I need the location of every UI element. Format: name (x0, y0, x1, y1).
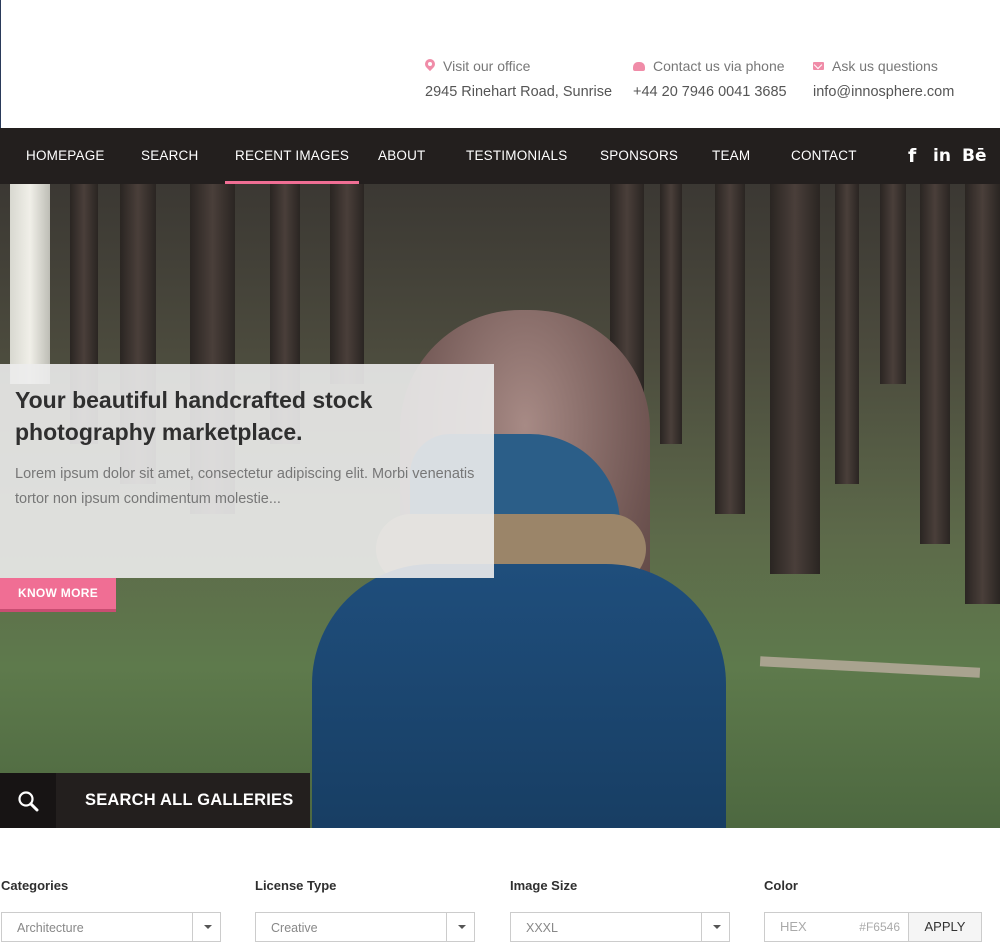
hero-photo-tree (770, 184, 820, 574)
nav-recent-images[interactable]: RECENT IMAGES (224, 128, 360, 184)
hero-photo-log (759, 656, 981, 678)
categories-value: Architecture (17, 921, 84, 935)
mail-icon (813, 62, 824, 70)
nav-homepage[interactable]: HOMEPAGE (26, 128, 105, 184)
header-contact-bar: Visit our office 2945 Rinehart Road, Sun… (0, 0, 1000, 128)
search-all-galleries-label: SEARCH ALL GALLERIES (85, 791, 294, 809)
hex-placeholder: HEX (780, 919, 807, 934)
office-label: Visit our office (443, 58, 531, 74)
nav-about[interactable]: ABOUT (378, 128, 426, 184)
filter-image-size: Image Size XXXL (510, 878, 730, 942)
license-type-select[interactable]: Creative (255, 912, 475, 942)
contact-phone: Contact us via phone +44 20 7946 0041 36… (633, 56, 787, 100)
hero-title: Your beautiful handcrafted stock photogr… (15, 387, 373, 445)
image-size-label: Image Size (510, 878, 578, 893)
contact-email: Ask us questions info@innosphere.com (813, 56, 954, 100)
nav-sponsors[interactable]: SPONSORS (600, 128, 678, 184)
phone-number[interactable]: +44 20 7946 0041 3685 (633, 84, 787, 100)
facebook-icon[interactable]: f (908, 128, 916, 184)
color-input-group: HEX #F6546 APPLY (764, 912, 982, 942)
filter-color: Color HEX #F6546 APPLY (764, 878, 982, 942)
hero-text: Lorem ipsum dolor sit amet, consectetur … (15, 466, 475, 507)
nav-search[interactable]: SEARCH (141, 128, 198, 184)
hero-photo-tree (715, 184, 745, 514)
filter-license-type: License Type Creative (255, 878, 475, 942)
nav-contact[interactable]: CONTACT (791, 128, 857, 184)
hero-banner: Your beautiful handcrafted stock photogr… (0, 184, 1000, 828)
chevron-down-icon[interactable] (192, 913, 220, 941)
color-label: Color (764, 878, 798, 893)
image-size-select[interactable]: XXXL (510, 912, 730, 942)
email-label: Ask us questions (832, 58, 938, 74)
filter-categories: Categories Architecture (1, 878, 221, 942)
chevron-down-icon[interactable] (701, 913, 729, 941)
behance-icon[interactable]: Bē (962, 128, 987, 184)
office-address: 2945 Rinehart Road, Sunrise (425, 84, 613, 100)
hex-value: #F6546 (859, 920, 900, 934)
hero-photo-tree (835, 184, 859, 484)
image-size-value: XXXL (526, 921, 558, 935)
hero-photo-tree (10, 184, 50, 384)
hex-color-input[interactable]: HEX #F6546 (764, 912, 909, 942)
phone-label: Contact us via phone (653, 58, 785, 74)
hero-photo-tree (880, 184, 906, 384)
email-address[interactable]: info@innosphere.com (813, 84, 954, 100)
main-nav: HOMEPAGE SEARCH RECENT IMAGES ABOUT TEST… (0, 128, 1000, 184)
hero-photo-person-coat (312, 564, 726, 828)
chevron-down-icon[interactable] (446, 913, 474, 941)
nav-testimonials[interactable]: TESTIMONIALS (466, 128, 567, 184)
search-icon-box (0, 773, 56, 828)
hero-photo-tree (660, 184, 682, 444)
contact-office: Visit our office 2945 Rinehart Road, Sun… (425, 56, 612, 100)
hero-photo-tree (330, 184, 364, 384)
know-more-button[interactable]: KNOW MORE (0, 578, 116, 612)
search-all-galleries-button[interactable]: SEARCH ALL GALLERIES (0, 773, 310, 828)
license-type-value: Creative (271, 921, 318, 935)
search-icon (18, 791, 39, 812)
phone-icon (633, 61, 645, 71)
location-pin-icon (425, 59, 435, 73)
hero-caption-card: Your beautiful handcrafted stock photogr… (0, 364, 494, 578)
categories-label: Categories (1, 878, 69, 893)
categories-select[interactable]: Architecture (1, 912, 221, 942)
apply-button[interactable]: APPLY (908, 912, 982, 942)
license-type-label: License Type (255, 878, 337, 893)
hero-photo-tree (920, 184, 950, 544)
nav-team[interactable]: TEAM (712, 128, 750, 184)
hero-photo-tree (965, 184, 1000, 604)
linkedin-icon[interactable]: in (933, 128, 951, 184)
